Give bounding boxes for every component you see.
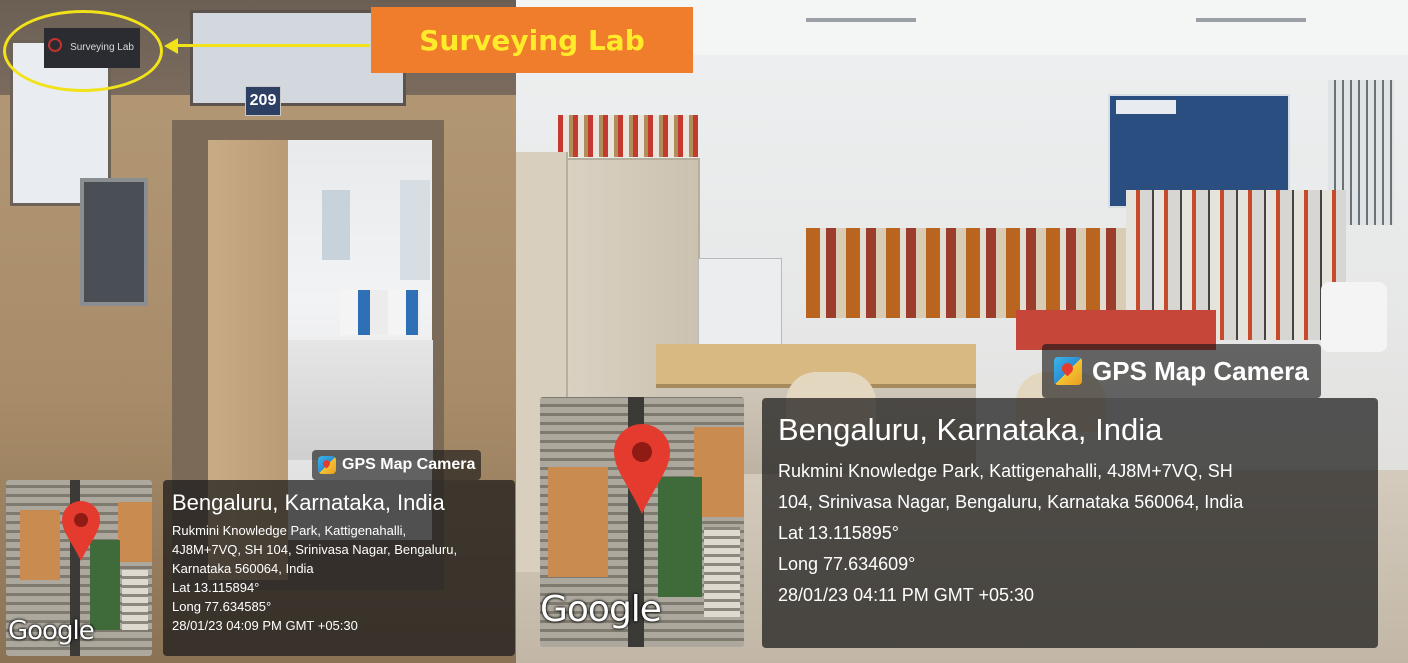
- lab-floor: [288, 340, 433, 460]
- arrow-head-icon: [164, 38, 178, 54]
- address-line: 4J8M+7VQ, SH 104, Srinivasa Nagar, Benga…: [172, 542, 458, 557]
- latitude-readout: Lat 13.115895°: [778, 523, 899, 543]
- timestamp: 28/01/23 04:09 PM GMT +05:30: [172, 618, 358, 633]
- address-line: Rukmini Knowledge Park, Kattigenahalli,: [172, 523, 407, 538]
- highlight-arrow: [170, 44, 370, 47]
- latitude-readout: Lat 13.115894°: [172, 580, 260, 595]
- water-tank: [1321, 282, 1387, 352]
- google-logo: Google: [540, 589, 662, 630]
- ceiling-fan-icon: [806, 18, 916, 22]
- google-logo: Google: [8, 616, 95, 646]
- longitude-readout: Long 77.634609°: [778, 554, 916, 574]
- longitude-readout: Long 77.634585°: [172, 599, 272, 614]
- corridor-photo: 209 Surveying Lab Google GPS Map Camera …: [0, 0, 516, 663]
- ceiling-fan-icon: [1196, 18, 1306, 22]
- room-number-plate: 209: [245, 86, 281, 116]
- address-line: Karnataka 560064, India: [172, 561, 314, 576]
- location-pin-icon: [614, 424, 670, 514]
- ranging-rods: [558, 115, 698, 157]
- map-thumbnail: Google: [6, 480, 152, 656]
- location-pin-icon: [62, 501, 100, 561]
- gps-info-panel: Bengaluru, Karnataka, India Rukmini Know…: [762, 398, 1378, 648]
- location-title: Bengaluru, Karnataka, India: [172, 490, 445, 515]
- surveying-lab-callout: Surveying Lab: [371, 7, 693, 73]
- address-line: 104, Srinivasa Nagar, Bengaluru, Karnata…: [778, 492, 1244, 512]
- gps-map-camera-badge: GPS Map Camera: [1042, 344, 1321, 398]
- notice-board-header: [1116, 100, 1176, 114]
- gps-map-camera-icon: [1054, 357, 1082, 385]
- equipment-box: [698, 258, 782, 348]
- survey-equipment-shelf: [806, 228, 1126, 318]
- gps-map-camera-icon: [318, 456, 336, 474]
- inner-window: [322, 190, 350, 260]
- inner-window: [400, 180, 430, 280]
- map-thumbnail: Google: [540, 397, 744, 647]
- gps-info-panel: Bengaluru, Karnataka, India Rukmini Know…: [163, 480, 515, 656]
- wall-notice-board: [80, 178, 148, 306]
- highlight-ellipse: [3, 10, 163, 92]
- gps-map-camera-badge: GPS Map Camera: [312, 450, 482, 480]
- location-title: Bengaluru, Karnataka, India: [778, 412, 1163, 447]
- lab-barrels: [340, 290, 420, 335]
- gps-brand-label: GPS Map Camera: [342, 456, 476, 473]
- timestamp: 28/01/23 04:11 PM GMT +05:30: [778, 585, 1034, 605]
- gps-brand-label: GPS Map Camera: [1092, 355, 1309, 386]
- address-line: Rukmini Knowledge Park, Kattigenahalli, …: [778, 461, 1233, 481]
- lab-interior-photo: Google GPS Map Camera Bengaluru, Karnata…: [516, 0, 1408, 663]
